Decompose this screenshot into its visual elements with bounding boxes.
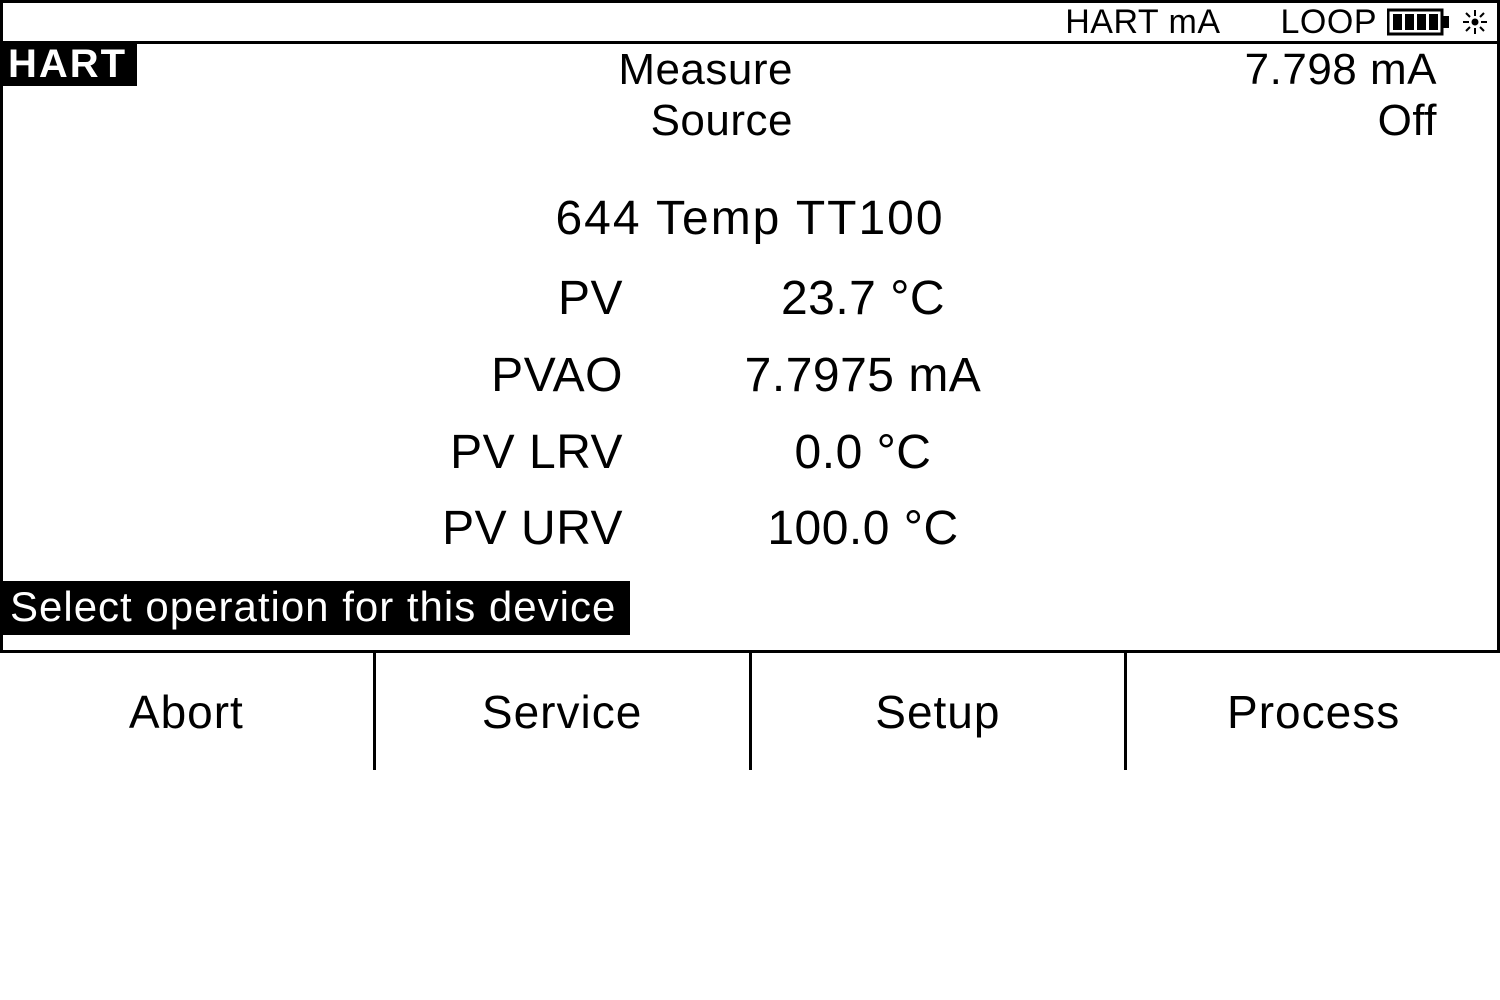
- status-bar: HART mA LOOP: [3, 3, 1497, 41]
- backlight-icon: [1461, 8, 1489, 36]
- battery-icon: [1387, 7, 1451, 37]
- pvao-value: 7.7975 mA: [663, 338, 1063, 415]
- softkey-setup[interactable]: Setup: [752, 653, 1128, 770]
- measure-value: 7.798 mA: [823, 45, 1497, 96]
- pv-label: PV: [3, 261, 663, 338]
- softkey-abort[interactable]: Abort: [0, 653, 376, 770]
- device-name: 644 Temp TT100: [3, 191, 1497, 246]
- softkey-row: Abort Service Setup Process: [0, 650, 1500, 770]
- pv-lrv-label: PV LRV: [3, 415, 663, 492]
- instrument-screen: HART mA LOOP: [0, 0, 1500, 770]
- readout-block: Measure 7.798 mA Source Off: [3, 45, 1497, 146]
- pv-row: PV 23.7 °C: [3, 261, 1497, 338]
- pv-block: PV 23.7 °C PVAO 7.7975 mA PV LRV 0.0 °C …: [3, 261, 1497, 568]
- pv-urv-value: 100.0 °C: [663, 491, 1063, 568]
- status-mode: HART mA: [1065, 3, 1220, 42]
- prompt-bar: Select operation for this device: [0, 581, 630, 635]
- softkey-process[interactable]: Process: [1127, 653, 1500, 770]
- pv-row: PV LRV 0.0 °C: [3, 415, 1497, 492]
- softkey-service[interactable]: Service: [376, 653, 752, 770]
- pv-urv-label: PV URV: [3, 491, 663, 568]
- status-loop: LOOP: [1281, 3, 1377, 42]
- pv-lrv-value: 0.0 °C: [663, 415, 1063, 492]
- pv-row: PVAO 7.7975 mA: [3, 338, 1497, 415]
- pv-value: 23.7 °C: [663, 261, 1063, 338]
- measure-label: Measure: [3, 45, 823, 96]
- source-label: Source: [3, 96, 823, 147]
- status-divider: [3, 41, 1497, 44]
- pvao-label: PVAO: [3, 338, 663, 415]
- source-value: Off: [823, 96, 1497, 147]
- pv-row: PV URV 100.0 °C: [3, 491, 1497, 568]
